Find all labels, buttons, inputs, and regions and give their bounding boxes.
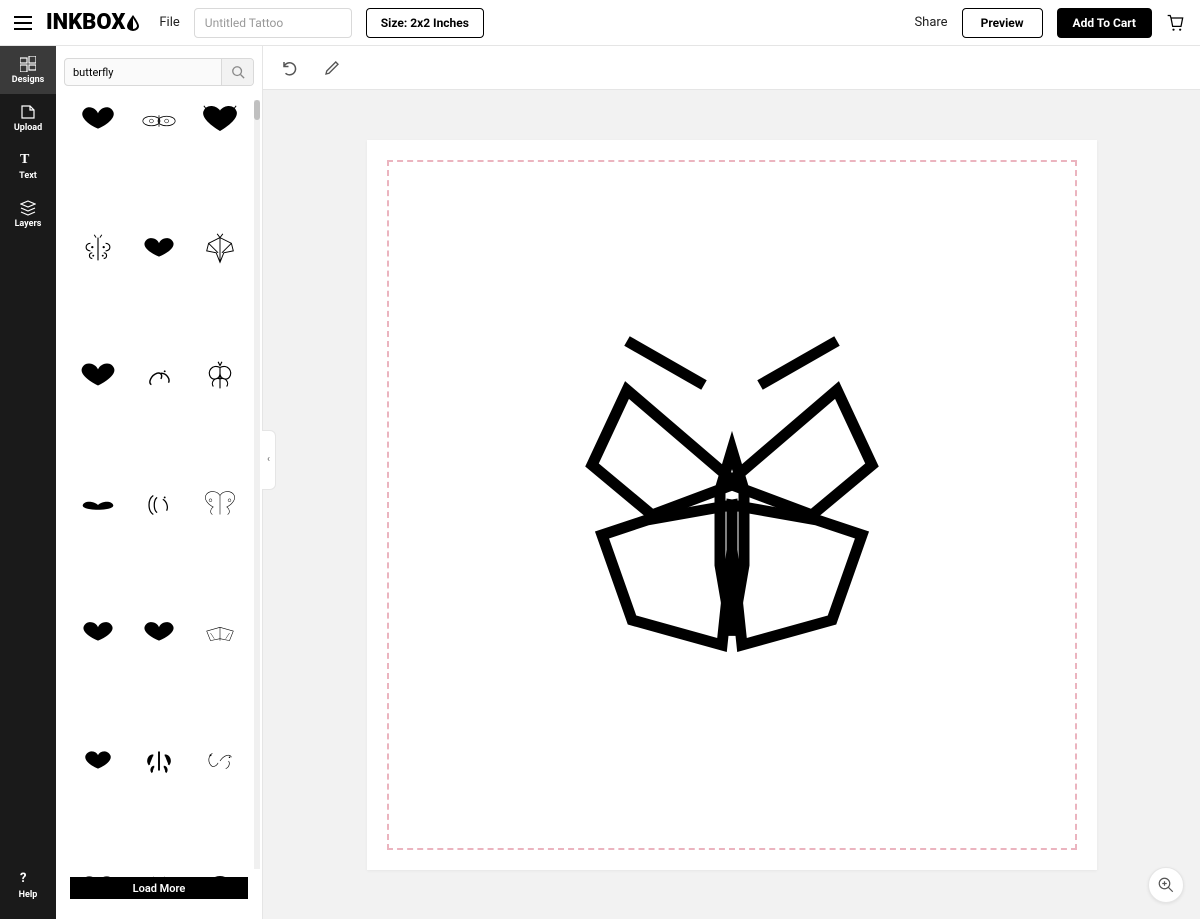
load-more-button[interactable]: Load More xyxy=(70,877,248,899)
brand-logo[interactable]: INKBOX xyxy=(46,10,139,35)
design-thumb[interactable] xyxy=(201,614,239,714)
rail-label: Layers xyxy=(15,219,42,229)
design-grid-scroll[interactable] xyxy=(56,92,262,877)
logo-text: INKBOX xyxy=(46,10,125,35)
design-thumb[interactable] xyxy=(140,614,178,714)
design-thumb[interactable] xyxy=(201,870,239,877)
layers-icon xyxy=(20,200,36,216)
size-button[interactable]: Size: 2x2 Inches xyxy=(366,8,484,38)
design-thumb[interactable] xyxy=(79,870,117,877)
text-icon: T xyxy=(20,152,36,168)
design-thumb[interactable] xyxy=(79,742,117,842)
help-icon: ? xyxy=(20,871,36,887)
canvas-toolbar xyxy=(263,46,1200,90)
top-header: INKBOX File Size: 2x2 Inches Share Previ… xyxy=(0,0,1200,46)
rail-upload[interactable]: Upload xyxy=(0,94,56,142)
search-wrap xyxy=(64,58,254,86)
design-thumb[interactable] xyxy=(201,102,239,202)
cart-icon[interactable] xyxy=(1166,13,1186,33)
design-thumb[interactable] xyxy=(201,742,239,842)
design-thumb[interactable] xyxy=(79,230,117,330)
rail-designs[interactable]: Designs xyxy=(0,46,56,94)
canvas-area xyxy=(263,46,1200,919)
design-thumb[interactable] xyxy=(201,230,239,330)
designs-panel: Load More xyxy=(56,46,263,919)
design-thumb[interactable] xyxy=(140,102,178,202)
preview-button[interactable]: Preview xyxy=(962,8,1043,38)
search-input[interactable] xyxy=(65,59,221,85)
rail-help[interactable]: ? Help xyxy=(0,861,56,909)
share-button[interactable]: Share xyxy=(914,15,947,30)
rail-label: Designs xyxy=(12,75,45,85)
pencil-icon xyxy=(323,59,341,77)
design-thumb[interactable] xyxy=(140,230,178,330)
upload-icon xyxy=(20,104,36,120)
menu-icon[interactable] xyxy=(14,16,32,30)
left-rail: Designs Upload T Text Layers ? Help xyxy=(0,46,56,919)
zoom-button[interactable] xyxy=(1148,867,1184,903)
search-button[interactable] xyxy=(221,59,253,85)
design-thumb[interactable] xyxy=(140,486,178,586)
rail-label: Help xyxy=(19,890,38,900)
search-row xyxy=(56,46,262,92)
file-menu[interactable]: File xyxy=(159,15,179,30)
undo-button[interactable] xyxy=(279,57,301,79)
add-to-cart-button[interactable]: Add To Cart xyxy=(1057,8,1152,38)
rail-label: Text xyxy=(19,171,37,181)
drop-icon xyxy=(127,15,139,31)
design-thumb[interactable] xyxy=(79,486,117,586)
rail-label: Upload xyxy=(14,123,42,133)
design-thumb[interactable] xyxy=(201,358,239,458)
design-thumb[interactable] xyxy=(140,742,178,842)
collapse-panel-button[interactable]: ‹ xyxy=(262,430,276,490)
canvas-design[interactable] xyxy=(582,335,882,675)
design-thumb[interactable] xyxy=(201,486,239,586)
scrollbar-thumb[interactable] xyxy=(254,100,260,120)
edit-button[interactable] xyxy=(321,57,343,79)
design-thumb[interactable] xyxy=(140,358,178,458)
zoom-in-icon xyxy=(1157,876,1175,894)
design-thumb[interactable] xyxy=(79,102,117,202)
rail-layers[interactable]: Layers xyxy=(0,190,56,238)
design-thumb[interactable] xyxy=(79,358,117,458)
designs-icon xyxy=(20,56,36,72)
search-icon xyxy=(231,65,245,79)
title-input[interactable] xyxy=(194,8,352,38)
rail-text[interactable]: T Text xyxy=(0,142,56,190)
design-grid xyxy=(64,96,254,877)
scrollbar-track[interactable] xyxy=(254,100,260,869)
undo-icon xyxy=(281,59,299,77)
artboard[interactable] xyxy=(367,140,1097,870)
design-thumb[interactable] xyxy=(140,870,178,877)
design-thumb[interactable] xyxy=(79,614,117,714)
